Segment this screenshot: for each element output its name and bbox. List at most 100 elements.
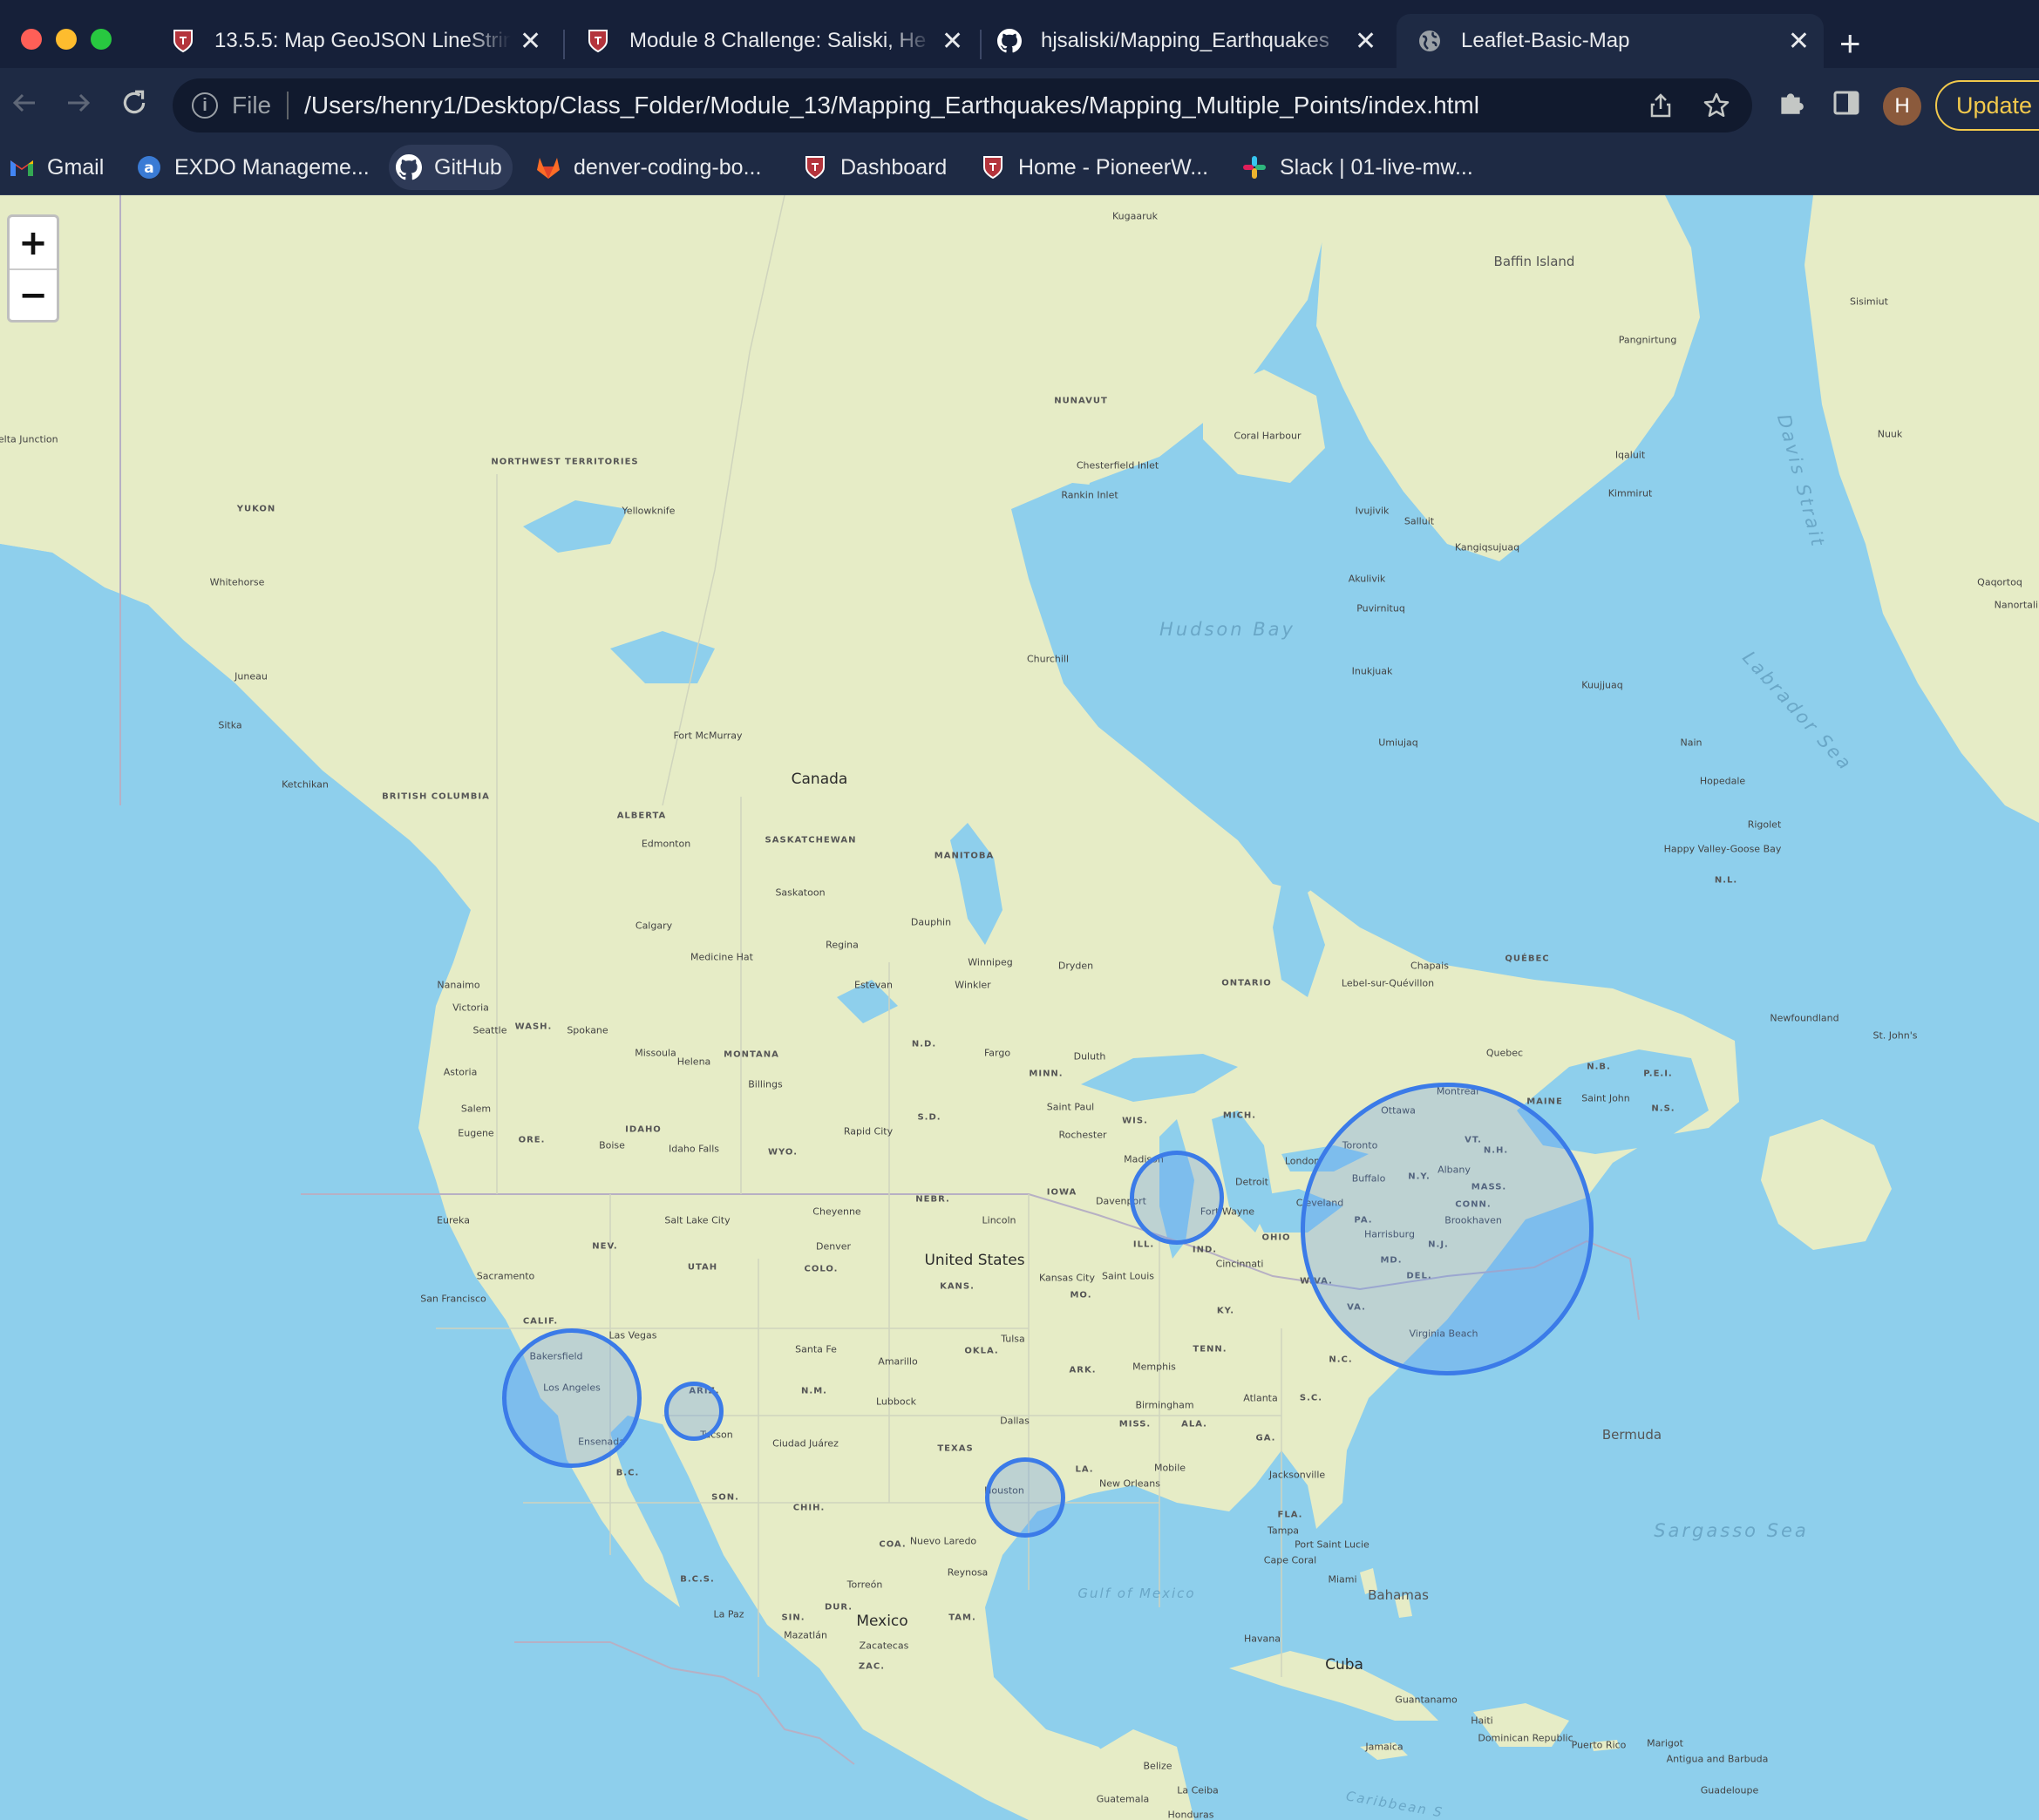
map-label-citie: Salem — [460, 1103, 492, 1115]
map-label-citie: Nuevo Laredo — [909, 1535, 977, 1547]
scheme-label: File — [232, 92, 272, 119]
map-label-citie: Churchill — [1026, 653, 1070, 665]
circle-marker-east-coast[interactable] — [1301, 1083, 1594, 1375]
map-label-citie: Memphis — [1132, 1361, 1176, 1373]
tab-map-geojson[interactable]: 13.5.5: Map GeoJSON LineStrin ✕ — [143, 14, 565, 68]
zoom-in-button[interactable]: + — [10, 217, 57, 268]
github-icon — [997, 29, 1022, 53]
tab-github-repo[interactable]: hjsaliski/Mapping_Earthquakes ✕ — [982, 14, 1398, 68]
map-label-citie: Nanortalik — [1994, 599, 2039, 611]
map-label-region: MICH. — [1222, 1110, 1257, 1121]
map-label-island: Baffin Island — [1493, 254, 1575, 269]
map-label-citie: Medicine Hat — [690, 951, 753, 963]
share-icon[interactable] — [1646, 91, 1675, 120]
bookmark-pioneerweb[interactable]: Home - PioneerW... — [980, 145, 1208, 190]
map-label-region: ZAC. — [858, 1661, 886, 1672]
map-label-region: CALIF. — [522, 1316, 559, 1327]
map-label-region: KANS. — [940, 1281, 975, 1292]
map-label-region: NEBR. — [915, 1194, 950, 1205]
map-label-citie: Santa Fe — [795, 1343, 837, 1355]
bookmark-star-icon[interactable] — [1702, 91, 1731, 120]
side-panel-icon[interactable] — [1829, 85, 1864, 120]
map-label-citie: Happy Valley-Goose Bay — [1663, 843, 1782, 855]
extensions-puzzle-icon[interactable] — [1773, 85, 1808, 120]
map-label-citie: Edmonton — [641, 838, 691, 850]
map-label-region: MAINE — [1526, 1097, 1563, 1107]
reload-icon[interactable] — [115, 84, 153, 122]
map-label-region: IDAHO — [625, 1124, 662, 1135]
map-label-region: MANITOBA — [934, 851, 995, 861]
minimize-window-button[interactable] — [56, 29, 77, 50]
map-label-region: TAM. — [948, 1613, 976, 1623]
map-label-region: OKLA. — [964, 1346, 999, 1356]
tab-title: Leaflet-Basic-Map — [1461, 29, 1630, 52]
zoom-out-button[interactable]: − — [10, 268, 57, 320]
circle-marker-los-angeles[interactable] — [502, 1328, 642, 1468]
close-tab-icon[interactable]: ✕ — [1788, 26, 1810, 57]
map-label-citie: Ciudad Juárez — [772, 1437, 839, 1450]
map-label-citie: Newfoundland — [1770, 1012, 1839, 1024]
circle-marker-chicago[interactable] — [1130, 1151, 1224, 1245]
map-label-citie: Boise — [599, 1139, 625, 1151]
map-label-region: S.C. — [1299, 1393, 1323, 1403]
map-label-region: ALA. — [1181, 1419, 1207, 1430]
map-label-citie: Lincoln — [982, 1214, 1016, 1226]
map-label-citie: Haiti — [1471, 1715, 1493, 1727]
bookmark-slack[interactable]: Slack | 01-live-mw... — [1241, 145, 1473, 190]
map-label-region: IND. — [1192, 1245, 1218, 1255]
map-label-citie: Mazatlán — [784, 1629, 827, 1641]
forward-arrow-icon[interactable] — [59, 84, 98, 122]
map-label-citie: Cape Coral — [1263, 1554, 1317, 1566]
map-label-citie: Las Vegas — [608, 1329, 657, 1341]
circle-marker-houston[interactable] — [985, 1457, 1065, 1538]
map-label-citie: Astoria — [443, 1066, 478, 1078]
leaflet-map[interactable]: Canada United States Mexico Cuba Baffin Isla… — [0, 195, 2039, 1820]
map-label-citie: Inukjuak — [1351, 665, 1393, 677]
bookmark-label: denver-coding-bo... — [574, 154, 762, 180]
profile-avatar[interactable]: H — [1883, 87, 1921, 126]
back-arrow-icon[interactable] — [5, 84, 44, 122]
map-label-region: TEXAS — [937, 1443, 974, 1454]
map-label-citie: St. John's — [1872, 1029, 1918, 1042]
github-icon — [396, 154, 422, 180]
bookmark-gmail[interactable]: Gmail — [9, 145, 104, 190]
maximize-window-button[interactable] — [91, 29, 112, 50]
map-label-citie: Sacramento — [476, 1270, 535, 1282]
bookmark-github[interactable]: GitHub — [389, 145, 513, 190]
new-tab-button[interactable]: + — [1839, 19, 1861, 68]
update-button[interactable]: Update — [1935, 80, 2039, 131]
map-label-citie: Yellowknife — [622, 505, 676, 517]
map-label-citie: Birmingham — [1135, 1399, 1194, 1411]
map-label-citie: Cheyenne — [812, 1205, 861, 1218]
bookmark-dashboard[interactable]: Dashboard — [802, 145, 947, 190]
bookmark-gitlab[interactable]: denver-coding-bo... — [535, 145, 761, 190]
info-icon[interactable]: i — [192, 92, 218, 119]
map-label-citie: Estevan — [854, 979, 893, 991]
close-tab-icon[interactable]: ✕ — [941, 26, 963, 57]
bookmark-label: Dashboard — [840, 154, 948, 180]
map-label-citie: Tampa — [1267, 1525, 1300, 1537]
map-label-region: B.C. — [615, 1468, 640, 1478]
close-window-button[interactable] — [21, 29, 42, 50]
close-tab-icon[interactable]: ✕ — [1355, 26, 1376, 57]
address-bar[interactable]: i File /Users/henry1/Desktop/Class_Folde… — [173, 78, 1752, 132]
tab-module-8-challenge[interactable]: Module 8 Challenge: Saliski, He ✕ — [565, 14, 982, 68]
map-label-citie: La Ceiba — [1177, 1784, 1219, 1796]
url-text[interactable]: /Users/henry1/Desktop/Class_Folder/Modul… — [304, 92, 1479, 119]
bookmark-exdo[interactable]: a EXDO Manageme... — [136, 145, 370, 190]
map-label-citie: Port Saint Lucie — [1295, 1538, 1370, 1551]
svg-text:a: a — [144, 160, 153, 177]
tab-title: hjsaliski/Mapping_Earthquakes — [1041, 29, 1329, 52]
map-label-citie: Jacksonville — [1268, 1469, 1326, 1481]
map-label-region: NEV. — [592, 1241, 618, 1252]
tab-leaflet-basic-map[interactable]: Leaflet-Basic-Map ✕ — [1397, 14, 1824, 68]
map-label-region: OHIO — [1261, 1233, 1291, 1243]
map-label-citie: Guantanamo — [1395, 1694, 1458, 1706]
map-label-citie: Rapid City — [843, 1125, 894, 1138]
circle-marker-arizona[interactable] — [664, 1382, 724, 1441]
close-tab-icon[interactable]: ✕ — [520, 26, 541, 57]
map-label-citie: Torreón — [846, 1579, 883, 1591]
map-label-citie: Dallas — [1000, 1415, 1030, 1427]
map-label-region: N.S. — [1651, 1104, 1675, 1114]
map-label-citie: Ivujivik — [1355, 505, 1390, 517]
